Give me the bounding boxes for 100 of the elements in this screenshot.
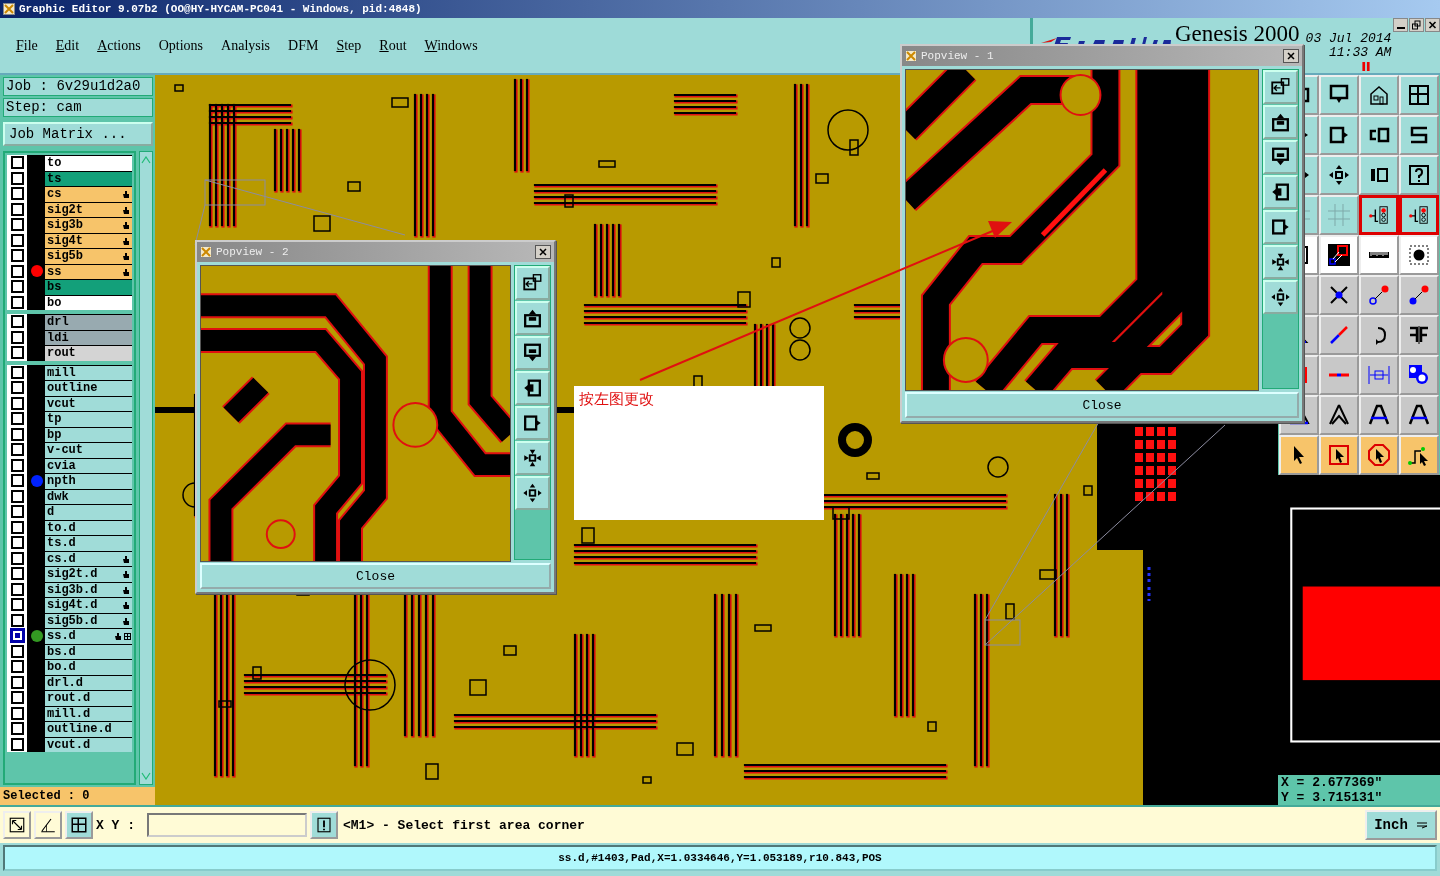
layer-name[interactable]: bo [47,295,132,310]
layer-name[interactable]: bp [47,427,132,442]
layer-checkbox[interactable] [10,675,24,689]
layer-checkbox[interactable] [10,295,24,309]
mirror-icon[interactable] [1399,315,1439,355]
box-up-icon[interactable] [1263,105,1298,139]
layer-checkbox[interactable] [10,551,24,565]
layer-checkbox[interactable] [10,706,24,720]
layer-name[interactable]: v-cut [47,443,132,458]
layer-checkbox[interactable] [10,330,24,344]
house-icon[interactable] [1359,75,1399,115]
layer-checkbox[interactable] [10,233,24,247]
layer-name[interactable]: to.d [47,520,132,535]
circuit-lights-icon[interactable] [1399,195,1439,235]
layer-checkbox[interactable] [10,315,24,329]
menu-item[interactable]: Step [328,35,370,56]
layer-checkbox[interactable] [10,264,24,278]
layer-checkbox[interactable] [10,187,24,201]
layer-checkbox[interactable] [10,582,24,596]
layer-name[interactable]: mill.d [47,706,132,721]
layer-name[interactable]: drl.d [47,675,132,690]
layer-checkbox[interactable] [10,280,24,294]
layer-checkbox[interactable] [10,202,24,216]
zigzag-icon[interactable] [1399,115,1439,155]
pointer-icon[interactable] [1279,435,1319,475]
dot-link-icon[interactable] [1359,275,1399,315]
layer-checkbox[interactable] [10,613,24,627]
arch-icon[interactable] [1399,395,1439,435]
layer-checkbox[interactable] [10,218,24,232]
square-link-icon[interactable] [1319,235,1359,275]
layer-name[interactable]: outline [47,381,132,396]
layer-name[interactable]: mill [47,365,132,380]
layer-checkbox[interactable] [10,567,24,581]
layer-checkbox[interactable] [10,427,24,441]
layer-name[interactable]: drl [47,315,132,330]
return-box-icon[interactable] [1359,115,1399,155]
window-panes-icon[interactable] [1399,75,1439,115]
shrink-arrows-icon[interactable] [1263,245,1298,279]
layer-name[interactable]: ldi [47,330,132,345]
layer-checkbox[interactable] [10,737,24,751]
dot-link-filled-icon[interactable] [1399,275,1439,315]
close-button[interactable] [1425,18,1440,32]
pointer-path-icon[interactable] [1399,435,1439,475]
split-bars-icon[interactable] [1359,155,1399,195]
layer-name[interactable]: tp [47,412,132,427]
circuit-lights-icon[interactable] [1359,195,1399,235]
layer-name[interactable]: to [47,156,132,171]
job-matrix-button[interactable]: Job Matrix ... [3,122,153,146]
pointer-square-icon[interactable] [1319,435,1359,475]
layer-name[interactable]: bs.d [47,644,132,659]
box-down-icon[interactable] [1263,140,1298,174]
layer-checkbox[interactable] [10,644,24,658]
layer-checkbox[interactable] [10,156,24,170]
slope-icon[interactable] [34,811,62,839]
layer-name[interactable]: vcut.d [47,737,132,752]
units-dropdown[interactable]: Inch [1365,810,1437,840]
layer-checkbox[interactable] [10,171,24,185]
layer-name[interactable]: dwk [47,489,132,504]
menu-item[interactable]: Rout [371,35,415,56]
menu-item[interactable]: Edit [47,35,88,56]
span-arrows-icon[interactable] [1359,355,1399,395]
box-up-icon[interactable] [515,301,550,335]
layer-name[interactable]: ts [47,171,132,186]
move-arrows-icon[interactable] [1319,155,1359,195]
move-arrows-icon[interactable] [515,476,550,510]
menu-item[interactable]: Options [150,35,212,56]
menu-item[interactable]: File [8,35,46,56]
menu-item[interactable]: Actions [89,35,149,56]
close-button[interactable] [1283,49,1299,63]
layer-checkbox[interactable] [10,505,24,519]
layer-checkbox[interactable] [10,629,24,643]
layer-checkbox[interactable] [10,660,24,674]
restore-button[interactable] [1409,18,1424,32]
layer-name[interactable]: ts.d [47,536,132,551]
box-left-icon[interactable] [515,371,550,405]
layer-name[interactable]: cvia [47,458,132,473]
box-down-icon[interactable] [515,336,550,370]
close-button[interactable] [535,245,551,259]
window-panes-icon[interactable] [65,811,93,839]
layer-checkbox[interactable] [10,412,24,426]
layer-name[interactable]: outline.d [47,722,132,737]
menu-item[interactable]: DFM [280,35,327,56]
layer-name[interactable]: npth [47,474,132,489]
move-arrows-icon[interactable] [1263,280,1298,314]
exclamation-icon[interactable] [310,811,338,839]
coordinate-input[interactable] [147,813,307,837]
cross-icon[interactable] [1319,275,1359,315]
layer-checkbox[interactable] [10,381,24,395]
arch-icon[interactable] [1359,395,1399,435]
layer-name[interactable]: d [47,505,132,520]
layer-checkbox[interactable] [10,458,24,472]
layer-name[interactable]: vcut [47,396,132,411]
shapes-icon[interactable] [1399,355,1439,395]
layer-checkbox[interactable] [10,365,24,379]
close-button[interactable]: Close [200,563,551,589]
menu-item[interactable]: Analysis [213,35,279,56]
layer-name[interactable]: bo.d [47,660,132,675]
layer-name[interactable]: rout.d [47,691,132,706]
ruler-icon[interactable] [1359,235,1399,275]
layer-checkbox[interactable] [10,249,24,263]
